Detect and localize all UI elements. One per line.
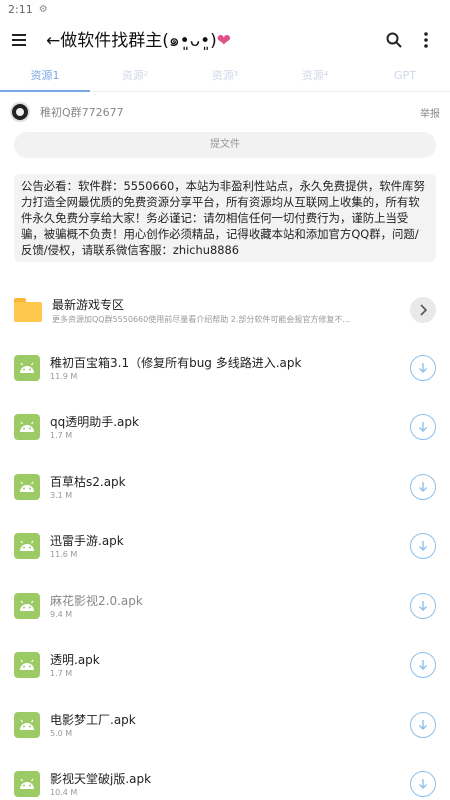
download-icon[interactable] bbox=[410, 652, 436, 679]
list-item[interactable]: 百草枯s2.apk 3.1 M bbox=[0, 457, 450, 517]
list-item[interactable]: 电影梦工厂.apk 5.0 M bbox=[0, 695, 450, 755]
android-icon bbox=[14, 354, 40, 381]
download-icon[interactable] bbox=[410, 473, 436, 500]
folder-description: 更多资源加QQ群5550660使用前尽量看介绍帮助 2.部分软件可能会报官方修复… bbox=[52, 314, 351, 324]
file-size: 11.6 M bbox=[50, 550, 78, 560]
download-icon[interactable] bbox=[410, 414, 436, 441]
file-size: 9.4 M bbox=[50, 609, 73, 619]
list-item[interactable]: 迅雷手游.apk 11.6 M bbox=[0, 517, 450, 577]
file-size: 11.9 M bbox=[50, 371, 78, 381]
submit-file-button[interactable]: 提文件 bbox=[14, 132, 436, 158]
file-size: 1.7 M bbox=[50, 431, 73, 441]
android-icon bbox=[14, 533, 40, 560]
user-row: 稚初Q群772677 举报 bbox=[0, 92, 450, 132]
report-link[interactable]: 举报 bbox=[420, 105, 440, 120]
file-name: 麻花影视2.0.apk bbox=[50, 593, 143, 608]
download-icon[interactable] bbox=[410, 533, 436, 560]
chevron-right-icon[interactable] bbox=[410, 297, 436, 323]
file-name: qq透明助手.apk bbox=[50, 415, 139, 430]
android-icon bbox=[14, 414, 40, 441]
file-name: 百草枯s2.apk bbox=[50, 474, 126, 489]
file-size: 10.4 M bbox=[50, 788, 78, 798]
user-name: 稚初Q群772677 bbox=[40, 106, 124, 119]
tab-resource-3[interactable]: 资源³ bbox=[180, 62, 270, 91]
android-icon bbox=[14, 771, 40, 798]
android-icon bbox=[14, 652, 40, 679]
android-icon bbox=[14, 473, 40, 500]
avatar[interactable] bbox=[10, 102, 30, 122]
android-icon bbox=[14, 592, 40, 619]
menu-icon[interactable] bbox=[12, 29, 34, 51]
list-item[interactable]: 影视天堂破j版.apk 10.4 M bbox=[0, 755, 450, 800]
download-icon[interactable] bbox=[410, 771, 436, 798]
status-bar: 2:11 ⚙ bbox=[0, 0, 450, 18]
download-icon[interactable] bbox=[410, 592, 436, 619]
list-item[interactable]: 稚初百宝箱3.1（修复所有bug 多线路进入.apk 11.9 M bbox=[0, 338, 450, 398]
list-item[interactable]: 透明.apk 1.7 M bbox=[0, 636, 450, 696]
file-name: 稚初百宝箱3.1（修复所有bug 多线路进入.apk bbox=[50, 355, 302, 370]
file-size: 3.1 M bbox=[50, 490, 73, 500]
folder-item[interactable]: 最新游戏专区 更多资源加QQ群5550660使用前尽量看介绍帮助 2.部分软件可… bbox=[0, 290, 450, 330]
heart-icon: ❤ bbox=[216, 31, 232, 51]
download-icon[interactable] bbox=[410, 354, 436, 381]
file-name: 透明.apk bbox=[50, 653, 100, 668]
tab-bar: 资源1 资源² 资源³ 资源⁴ GPT bbox=[0, 62, 450, 92]
list-item[interactable]: qq透明助手.apk 1.7 M bbox=[0, 398, 450, 458]
tab-resource-4[interactable]: 资源⁴ bbox=[270, 62, 360, 91]
file-list: 稚初百宝箱3.1（修复所有bug 多线路进入.apk 11.9 M qq透明助手.… bbox=[0, 338, 450, 800]
status-time: 2:11 bbox=[8, 2, 33, 16]
tab-resource-1[interactable]: 资源1 bbox=[0, 62, 90, 92]
download-icon[interactable] bbox=[410, 711, 436, 738]
announcement: 公告必看：软件群：5550660，本站为非盈利性站点，永久免费提供，软件库努力打… bbox=[14, 174, 436, 262]
tab-gpt[interactable]: GPT bbox=[360, 62, 450, 91]
page-title-text: ←做软件找群主(๑•͈ᴗ•͈) bbox=[46, 31, 217, 51]
file-name: 迅雷手游.apk bbox=[50, 534, 124, 549]
android-icon bbox=[14, 711, 40, 738]
page-title: ←做软件找群主(๑•͈ᴗ•͈)❤ bbox=[46, 26, 378, 54]
folder-icon bbox=[14, 298, 42, 322]
search-icon[interactable] bbox=[378, 24, 410, 56]
app-bar: ←做软件找群主(๑•͈ᴗ•͈)❤ bbox=[0, 18, 450, 62]
file-name: 电影梦工厂.apk bbox=[50, 712, 136, 727]
list-item[interactable]: 麻花影视2.0.apk 9.4 M bbox=[0, 576, 450, 636]
settings-gear-icon: ⚙ bbox=[38, 3, 48, 15]
tab-resource-2[interactable]: 资源² bbox=[90, 62, 180, 91]
file-size: 1.7 M bbox=[50, 669, 73, 679]
folder-name: 最新游戏专区 bbox=[52, 297, 125, 312]
more-options-icon[interactable] bbox=[410, 24, 442, 56]
file-name: 影视天堂破j版.apk bbox=[50, 772, 152, 787]
file-size: 5.0 M bbox=[50, 728, 73, 738]
